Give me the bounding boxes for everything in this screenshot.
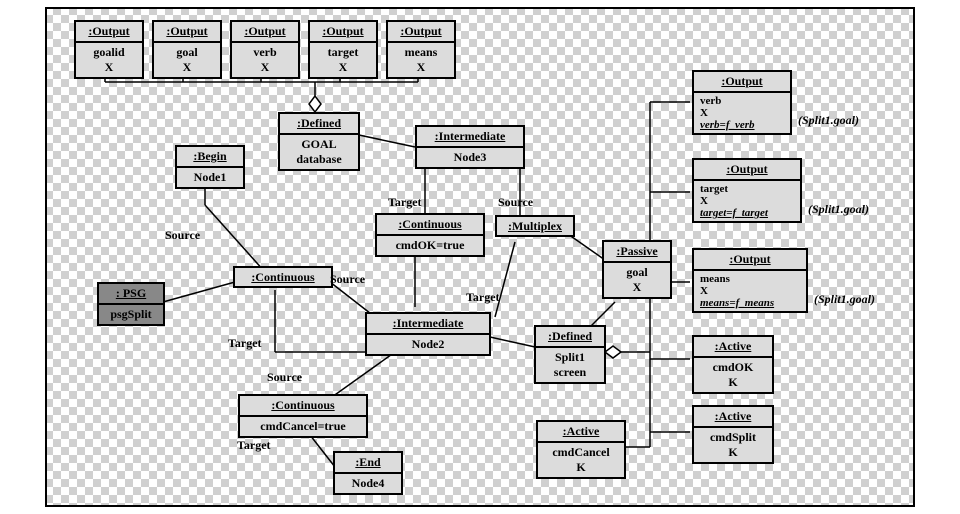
annotation: (Split1.goal) [808, 202, 869, 217]
output-means-top: :Output meansX [386, 20, 456, 79]
active-cmdsplit: :Active cmdSplitK [692, 405, 774, 464]
intermediate-node2: :Intermediate Node2 [365, 312, 491, 356]
output-verb-right: :Output verbXverb=f_verb [692, 70, 792, 135]
begin-node1: :Begin Node1 [175, 145, 245, 189]
annotation: (Split1.goal) [814, 292, 875, 307]
label-target: Target [228, 336, 262, 351]
output-target-right: :Output targetXtarget=f_target [692, 158, 802, 223]
output-means-right: :Output meansXmeans=f_means [692, 248, 808, 313]
annotation: (Split1.goal) [798, 113, 859, 128]
passive-goal: :Passive goalX [602, 240, 672, 299]
output-goal: :Output goalX [152, 20, 222, 79]
continuous-cmdok: :Continuous cmdOK=true [375, 213, 485, 257]
active-cmdcancel: :Active cmdCancelK [536, 420, 626, 479]
defined-split1: :Defined Split1screen [534, 325, 606, 384]
multiplex: :Multiplex [495, 215, 575, 237]
output-verb-top: :Output verbX [230, 20, 300, 79]
label-target: Target [466, 290, 500, 305]
defined-goal: :Defined GOALdatabase [278, 112, 360, 171]
end-node4: :End Node4 [333, 451, 403, 495]
label-target: Target [237, 438, 271, 453]
continuous-cancel: :Continuous cmdCancel=true [238, 394, 368, 438]
val: X [80, 60, 138, 75]
output-target-top: :Output targetX [308, 20, 378, 79]
psg: : PSG psgSplit [97, 282, 165, 326]
attr: goalid [80, 45, 138, 60]
active-cmdok: :Active cmdOKK [692, 335, 774, 394]
label-source: Source [498, 195, 533, 210]
continuous: :Continuous [233, 266, 333, 288]
output-goalid: :Output goalidX [74, 20, 144, 79]
label-source: Source [267, 370, 302, 385]
label-source: Source [330, 272, 365, 287]
intermediate-node3: :Intermediate Node3 [415, 125, 525, 169]
label-target: Target [388, 195, 422, 210]
stereotype: :Output [76, 22, 142, 43]
label-source: Source [165, 228, 200, 243]
